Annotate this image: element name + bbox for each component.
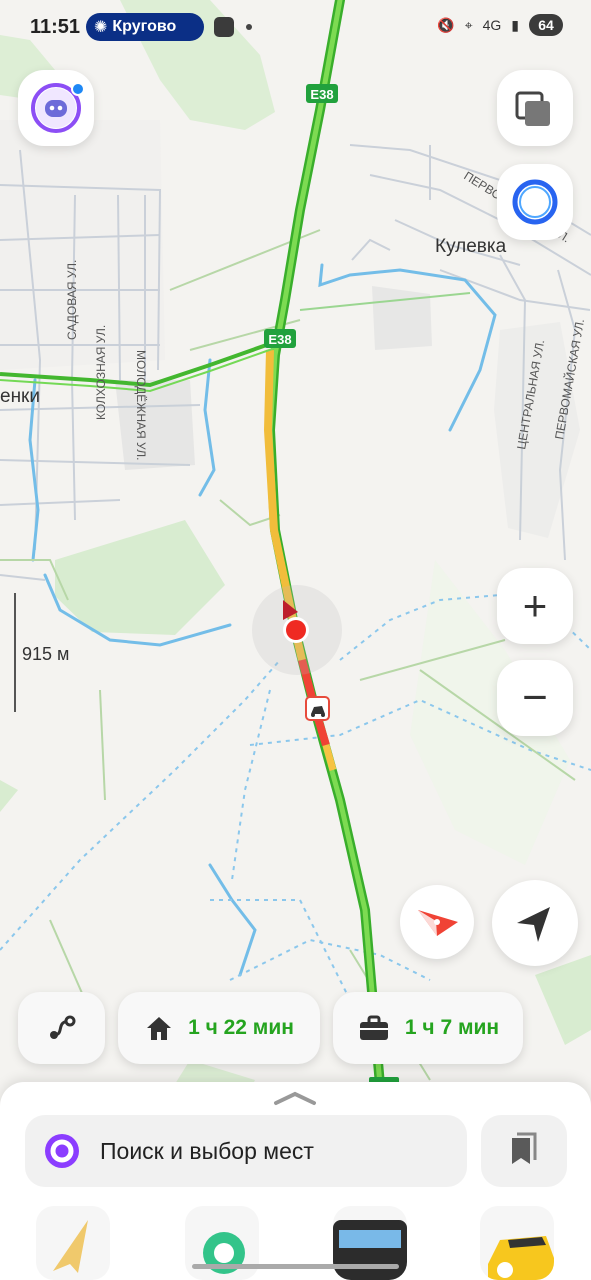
place-kulevka: Кулевка — [435, 236, 507, 257]
system-icons: 🔇 ⌖ 4G ▮ 64 — [437, 14, 563, 36]
taxi-shortcut-tile[interactable] — [480, 1206, 554, 1280]
book-app-icon — [214, 17, 234, 37]
my-location-button[interactable] — [492, 880, 578, 966]
robot-avatar-icon — [31, 82, 85, 133]
alice-assistant-button[interactable] — [497, 164, 573, 240]
assistant-avatar-button[interactable] — [18, 70, 94, 146]
layers-icon — [515, 91, 550, 126]
notification-text: Кругово — [112, 18, 177, 35]
route-icon — [49, 1015, 75, 1039]
sheet-chevron-up-icon[interactable] — [0, 1082, 591, 1110]
street-kolkhoznaya-label: КОЛХОЗНАЯ УЛ. — [94, 325, 108, 420]
home-icon — [147, 1017, 172, 1040]
compass-button[interactable] — [400, 885, 474, 959]
location-icon: ⌖ — [464, 16, 473, 33]
compass-icon — [418, 910, 458, 936]
work-route-button[interactable]: 1 ч 7 мин — [333, 992, 523, 1064]
taxi-icon — [488, 1236, 554, 1280]
layers-button[interactable] — [497, 70, 573, 146]
system-home-indicator[interactable] — [192, 1264, 399, 1269]
battery-icon: 64 — [529, 14, 563, 36]
home-route-button[interactable]: 1 ч 22 мин — [118, 992, 320, 1064]
search-field[interactable]: Поиск и выбор мест — [25, 1115, 467, 1187]
road-label-e38-top: E38 — [306, 84, 338, 103]
zoom-out-button[interactable]: − — [497, 660, 573, 736]
alice-icon — [45, 1134, 79, 1168]
zoom-in-button[interactable]: + — [497, 568, 573, 644]
home-route-time: 1 ч 22 мин — [188, 1016, 294, 1039]
current-location-marker[interactable] — [252, 585, 342, 675]
search-placeholder[interactable]: Поиск и выбор мест — [100, 1138, 314, 1165]
svg-text:E38: E38 — [310, 87, 333, 102]
map-scale-label: 915 м — [22, 644, 69, 664]
mute-icon: 🔇 — [437, 16, 455, 33]
place-left-partial: енки — [0, 386, 40, 407]
alice-circle-icon — [512, 179, 558, 225]
notification-dot-icon — [246, 24, 252, 30]
navigation-arrow-icon — [517, 907, 550, 942]
signal-icon: ▮ — [511, 16, 519, 33]
navigation-shortcut-tile[interactable] — [36, 1206, 110, 1280]
bookmark-icon — [512, 1132, 537, 1164]
bookmarks-button[interactable] — [481, 1115, 567, 1187]
sun-icon: ✺ — [94, 19, 108, 36]
street-molodezhnaya-label: МОЛОДЁЖНАЯ УЛ. — [134, 350, 148, 460]
navigator-icon — [53, 1220, 88, 1273]
svg-text:E38: E38 — [268, 332, 291, 347]
status-bar: 11:51 ✺ Кругово 🔇 ⌖ 4G ▮ 64 — [0, 0, 591, 56]
street-sadovaya-label: САДОВАЯ УЛ. — [65, 260, 79, 340]
work-route-time: 1 ч 7 мин — [404, 1016, 500, 1039]
network-type: 4G — [482, 17, 502, 33]
briefcase-icon — [359, 1015, 388, 1040]
route-options-button[interactable] — [18, 992, 105, 1064]
bottom-search-sheet[interactable]: Поиск и выбор мест — [0, 1082, 591, 1280]
traffic-accident-icon[interactable] — [305, 696, 330, 721]
status-time: 11:51 — [30, 16, 81, 38]
active-notification-pill[interactable]: ✺ Кругово — [86, 13, 204, 41]
road-label-e38-middle: E38 — [264, 329, 296, 348]
